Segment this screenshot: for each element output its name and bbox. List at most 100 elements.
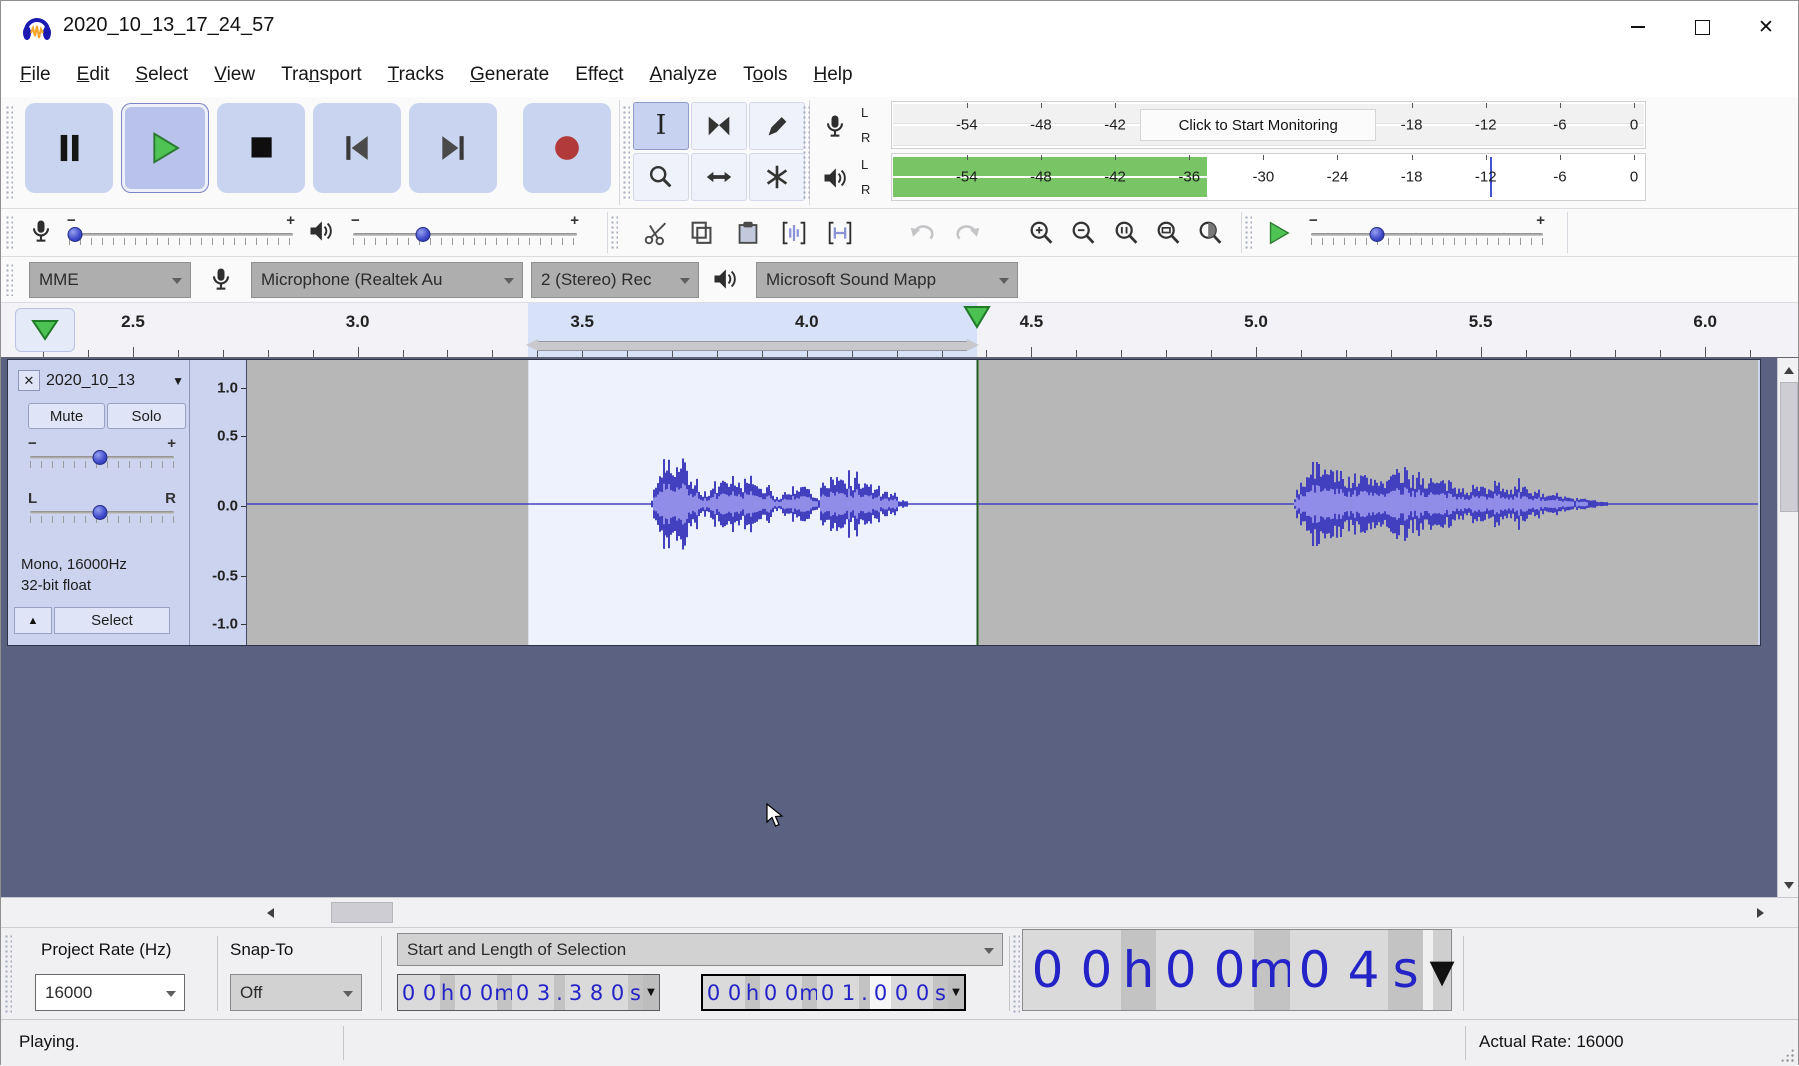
zoom-out-button[interactable] [1063, 212, 1105, 254]
track-pan-slider-inner[interactable]: LR [26, 490, 178, 532]
menu-file[interactable]: File [7, 54, 64, 96]
toolbar-grip[interactable] [1244, 215, 1252, 250]
zoom-selection-button[interactable] [1106, 212, 1148, 254]
recording-volume-slider-thumb[interactable] [68, 227, 83, 242]
toolbar-grip[interactable] [802, 105, 810, 200]
skip-end-button[interactable] [409, 103, 497, 193]
skip-start-button[interactable] [313, 103, 401, 193]
timeline-ruler[interactable]: 2.53.03.54.04.55.05.56.0 [1, 303, 1798, 358]
audio-host-combo[interactable]: MME [29, 262, 191, 298]
selection-range-bar[interactable] [538, 341, 967, 351]
draw-tool-button[interactable] [749, 102, 805, 150]
scroll-down-arrow[interactable] [1778, 875, 1798, 895]
playback-meter[interactable]: LR-54-48-42-36-30-24-18-12-60 [813, 153, 1673, 201]
selection-tool-button[interactable]: I [633, 102, 689, 150]
toolbar-grip[interactable] [5, 215, 13, 250]
undo-button[interactable] [901, 212, 943, 254]
track-close-button[interactable]: ✕ [18, 370, 40, 391]
minimize-button[interactable] [1606, 1, 1670, 53]
record-button[interactable] [523, 103, 611, 193]
menu-help[interactable]: Help [800, 54, 865, 96]
vertical-scrollbar[interactable] [1777, 358, 1798, 897]
scroll-left-arrow[interactable] [259, 903, 281, 923]
selection-right-arrow[interactable] [967, 339, 979, 351]
selection-mode-combo[interactable]: Start and Length of Selection [397, 933, 1003, 966]
timeshift-tool-button[interactable] [691, 153, 747, 201]
track-pan-slider-inner-thumb[interactable] [92, 505, 107, 520]
zoom-toggle-button[interactable] [1190, 212, 1232, 254]
track-title-button[interactable]: 2020_10_13 ▼ [46, 370, 184, 391]
zoom-project-button[interactable] [1148, 212, 1190, 254]
pinned-playhead-button[interactable] [15, 308, 75, 352]
menu-view[interactable]: View [201, 54, 268, 96]
toolbar-grip[interactable] [622, 105, 630, 200]
recording-volume-slider[interactable]: −+ [65, 212, 297, 254]
multi-tool-button[interactable] [749, 153, 805, 201]
zoom-tool-button[interactable] [633, 153, 689, 201]
snap-to-combo[interactable]: Off [230, 974, 362, 1011]
recording-meter[interactable]: LR-54-48-42-18-12-60Click to Start Monit… [813, 101, 1673, 149]
vertical-scrollbar-thumb[interactable] [1780, 382, 1798, 512]
track-solo-button[interactable]: Solo [107, 403, 186, 429]
record-meter-mic-button[interactable] [813, 107, 857, 145]
track-gain-slider-inner[interactable]: −+ [26, 435, 178, 477]
track-select-button[interactable]: Select [54, 607, 170, 634]
playhead-triangle[interactable] [963, 305, 991, 334]
play-speed-slider[interactable]: −+ [1307, 212, 1547, 254]
toolbar-grip[interactable] [1012, 934, 1020, 1013]
selection-start-field[interactable]: 00h00m03.380s▼ [397, 974, 660, 1011]
horizontal-scrollbar-thumb[interactable] [331, 902, 393, 923]
toolbar-grip[interactable] [5, 263, 13, 296]
audio-position-display[interactable]: 00h00m04s▾ [1022, 929, 1452, 1011]
selection-left-arrow[interactable] [526, 339, 538, 351]
field-dropdown-arrow-icon[interactable]: ▼ [643, 975, 659, 1010]
field-dropdown-arrow-icon[interactable]: ▼ [948, 976, 964, 1009]
envelope-tool-button[interactable] [691, 102, 747, 150]
vertical-scale-ruler[interactable]: 1.00.50.0-0.5-1.0 [190, 360, 247, 645]
monitoring-hint[interactable]: Click to Start Monitoring [1140, 109, 1375, 141]
playback-device-combo[interactable]: Microsoft Sound Mapp [756, 262, 1018, 298]
close-button[interactable]: ✕ [1734, 1, 1798, 53]
horizontal-scrollbar[interactable] [1, 897, 1798, 927]
track-gain-slider-inner-thumb[interactable] [92, 450, 107, 465]
playback-volume-slider[interactable]: −+ [349, 212, 581, 254]
copy-button[interactable] [681, 212, 723, 254]
paste-button[interactable] [727, 212, 769, 254]
track-collapse-button[interactable]: ▲ [14, 607, 52, 634]
menu-analyze[interactable]: Analyze [637, 54, 731, 96]
menu-tracks[interactable]: Tracks [375, 54, 457, 96]
stop-button[interactable] [217, 103, 305, 193]
recording-channels-combo[interactable]: 2 (Stereo) Rec [531, 262, 699, 298]
menu-select[interactable]: Select [122, 54, 201, 96]
play-speed-slider-thumb[interactable] [1370, 227, 1385, 242]
project-rate-combo[interactable]: 16000 [35, 974, 185, 1011]
menu-effect[interactable]: Effect [562, 54, 636, 96]
zoom-tool-icon [646, 162, 676, 192]
redo-button[interactable] [947, 212, 989, 254]
resize-grip[interactable] [1780, 1048, 1794, 1062]
silence-audio-button[interactable] [819, 212, 861, 254]
toolbar-grip[interactable] [5, 105, 13, 200]
waveform-display[interactable] [247, 360, 1758, 645]
selection-length-field[interactable]: 00h00m01.000s▼ [701, 974, 966, 1011]
menu-edit[interactable]: Edit [64, 54, 123, 96]
menu-generate[interactable]: Generate [457, 54, 562, 96]
play-button[interactable] [121, 103, 209, 193]
cut-button[interactable] [635, 212, 677, 254]
maximize-button[interactable] [1670, 1, 1734, 53]
playback-meter-speaker-button[interactable] [813, 159, 857, 197]
trim-audio-button[interactable] [773, 212, 815, 254]
playback-volume-slider-thumb[interactable] [416, 227, 431, 242]
toolbar-grip[interactable] [4, 934, 12, 1013]
scroll-right-arrow[interactable] [1749, 903, 1771, 923]
toolbar-grip[interactable] [610, 215, 618, 250]
pause-button[interactable] [25, 103, 113, 193]
recording-device-combo[interactable]: Microphone (Realtek Au [251, 262, 523, 298]
scroll-up-arrow[interactable] [1778, 360, 1798, 380]
menu-tools[interactable]: Tools [730, 54, 800, 96]
menu-transport[interactable]: Transport [268, 54, 375, 96]
play-at-speed-button[interactable] [1257, 212, 1299, 254]
zoom-in-button[interactable] [1021, 212, 1063, 254]
track-mute-button[interactable]: Mute [28, 403, 105, 429]
position-dropdown-arrow-icon[interactable]: ▾ [1433, 930, 1451, 1010]
